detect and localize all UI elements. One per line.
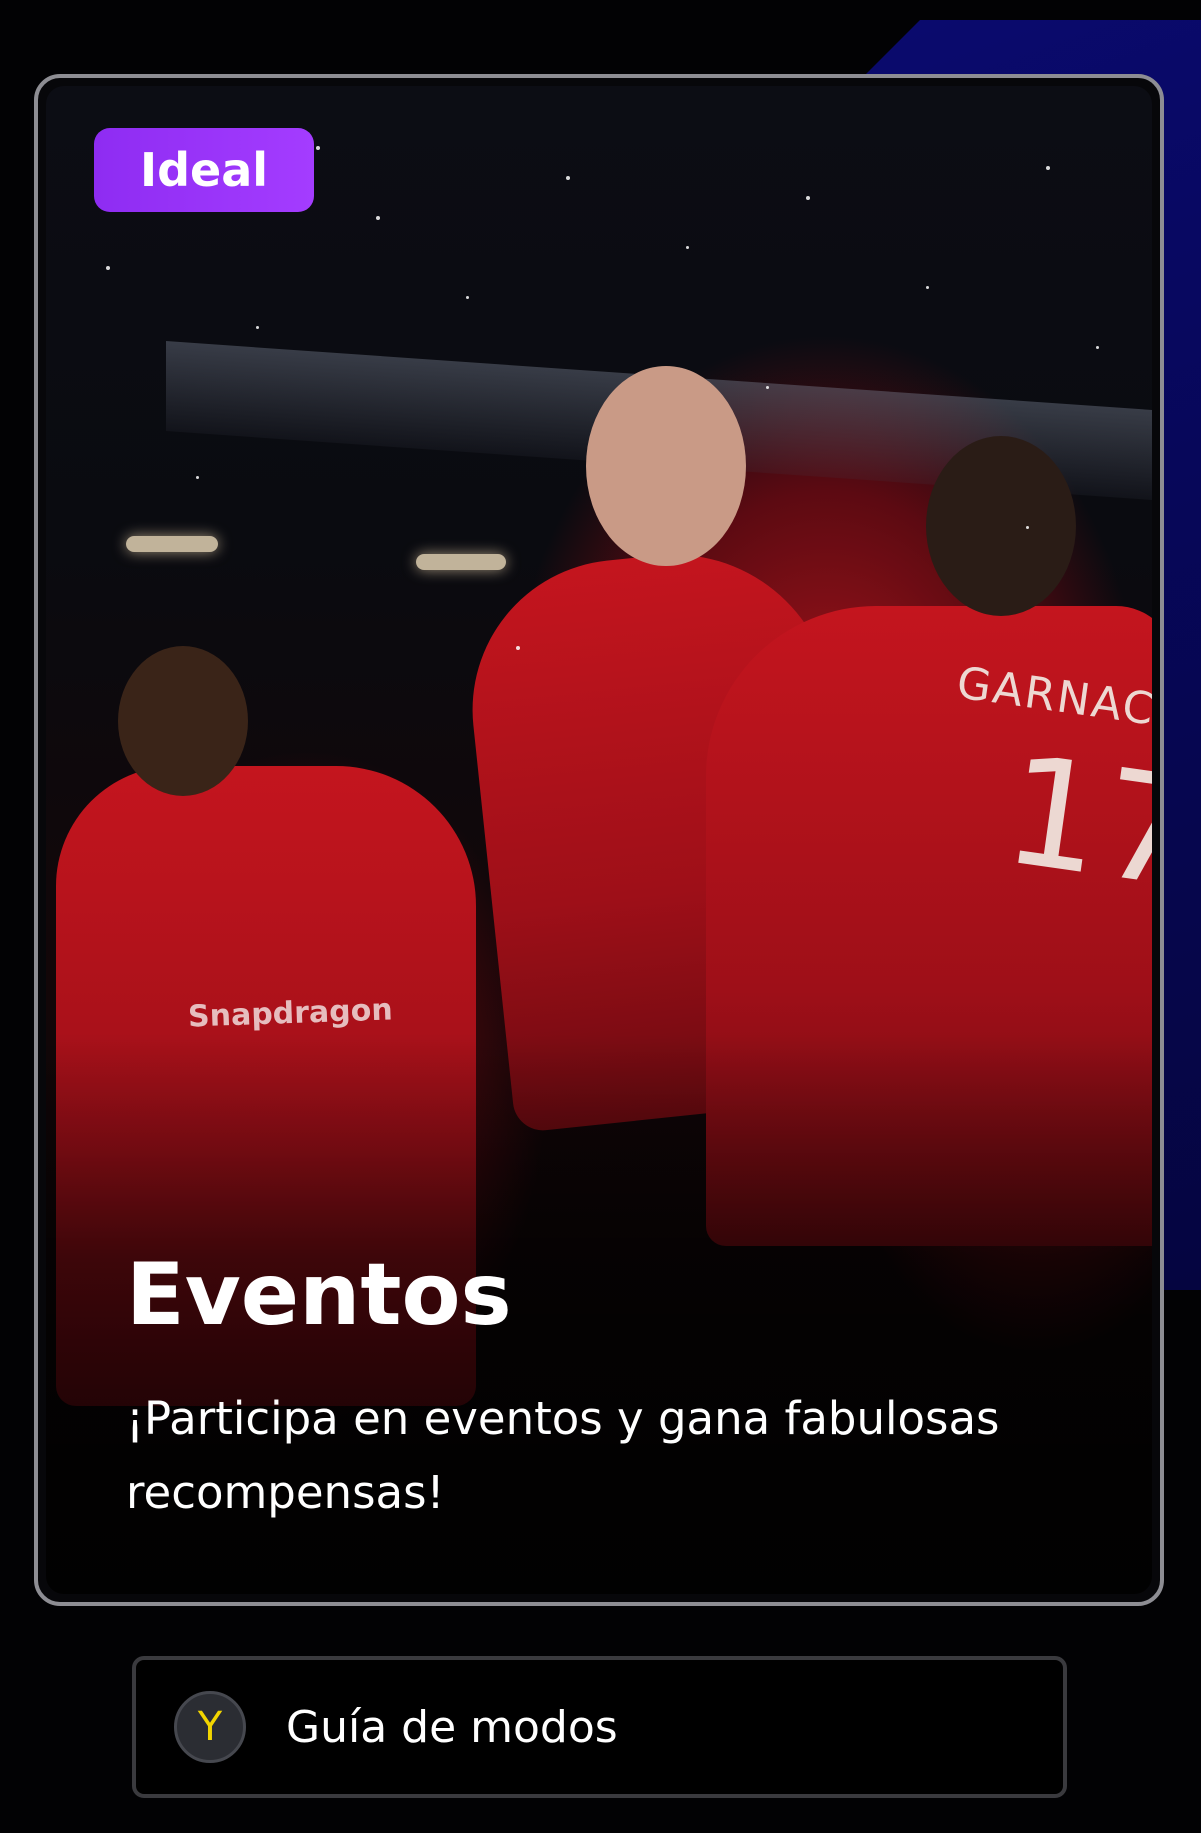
stadium-light: [126, 536, 218, 552]
snow-particle: [686, 246, 689, 249]
snow-particle: [926, 286, 929, 289]
player-center-head: [586, 366, 746, 566]
snow-particle: [466, 296, 469, 299]
y-button-icon: Y: [174, 1691, 246, 1763]
snow-particle: [1026, 526, 1029, 529]
player-left-head: [118, 646, 248, 796]
player-right-head: [926, 436, 1076, 616]
snow-particle: [806, 196, 810, 200]
mode-badge: Ideal: [94, 128, 314, 212]
card-image: Snapdragon GARNACHO 17 Ideal Eventos ¡Pa…: [46, 86, 1152, 1594]
snow-particle: [316, 146, 320, 150]
card-title: Eventos: [126, 1245, 512, 1345]
mode-guide-button[interactable]: Y Guía de modos: [132, 1656, 1067, 1798]
events-card[interactable]: Snapdragon GARNACHO 17 Ideal Eventos ¡Pa…: [34, 74, 1164, 1606]
snow-particle: [766, 386, 769, 389]
snow-particle: [1096, 346, 1099, 349]
snow-particle: [106, 266, 110, 270]
snow-particle: [1046, 166, 1050, 170]
screen: Snapdragon GARNACHO 17 Ideal Eventos ¡Pa…: [0, 0, 1201, 1833]
sponsor-text: Snapdragon: [187, 992, 394, 1035]
jersey-number: 17: [994, 723, 1152, 923]
mode-guide-label: Guía de modos: [286, 1701, 618, 1753]
card-description: ¡Participa en eventos y gana fabulosas r…: [126, 1392, 1000, 1519]
snow-particle: [376, 216, 380, 220]
stadium-light: [416, 554, 506, 570]
snow-particle: [516, 646, 520, 650]
snow-particle: [196, 476, 199, 479]
snow-particle: [566, 176, 570, 180]
snow-particle: [256, 326, 259, 329]
